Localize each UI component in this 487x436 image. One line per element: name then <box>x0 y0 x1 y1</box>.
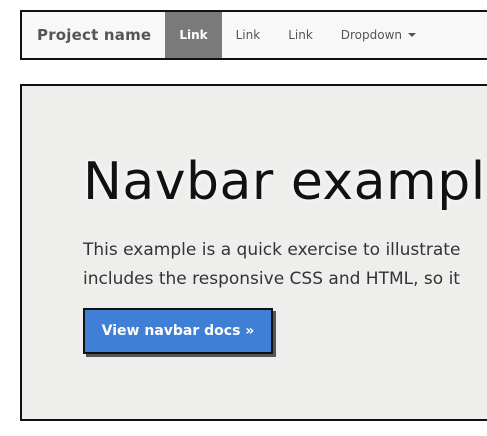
caret-down-icon <box>408 33 417 37</box>
view-navbar-docs-button[interactable]: View navbar docs » <box>83 308 273 354</box>
nav-dropdown-label: Dropdown <box>340 28 403 42</box>
nav-link-1[interactable]: Link <box>165 12 222 58</box>
page: Project name Link Link Link Dropdown Nav… <box>0 0 487 436</box>
nav-dropdown[interactable]: Dropdown <box>327 12 430 58</box>
nav-link-2[interactable]: Link <box>222 12 275 58</box>
jumbotron: Navbar exampl This example is a quick ex… <box>20 84 487 421</box>
jumbotron-heading: Navbar exampl <box>83 152 486 212</box>
navbar-brand[interactable]: Project name <box>22 12 165 58</box>
lead-line-2: includes the responsive CSS and HTML, so… <box>83 269 460 289</box>
nav-link-3[interactable]: Link <box>274 12 327 58</box>
jumbotron-lead: This example is a quick exercise to illu… <box>83 236 460 294</box>
lead-line-1: This example is a quick exercise to illu… <box>83 240 461 260</box>
navbar: Project name Link Link Link Dropdown <box>20 10 487 60</box>
